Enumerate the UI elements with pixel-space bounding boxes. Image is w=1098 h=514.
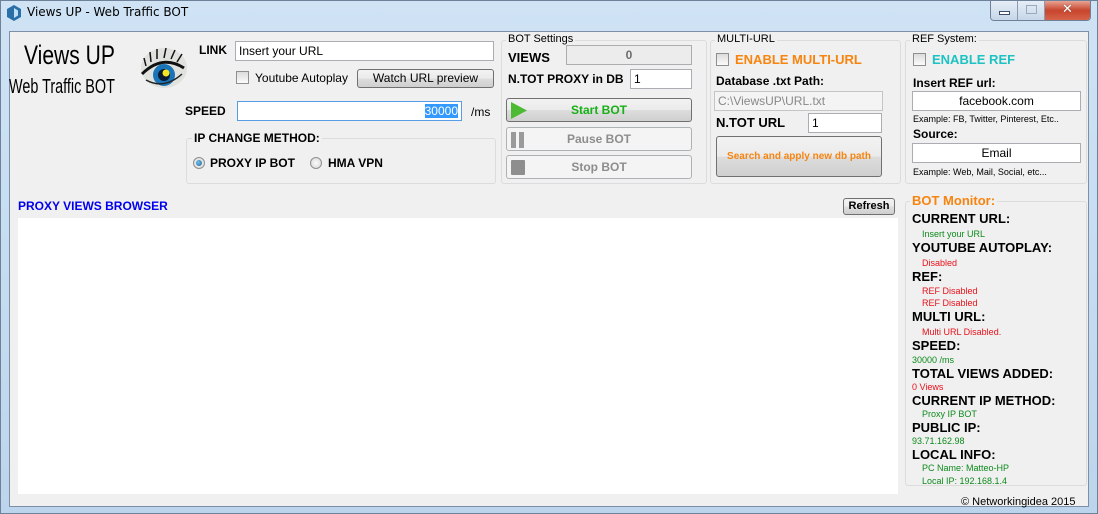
enable-ref-checkbox[interactable]	[913, 53, 926, 66]
monitor-multi-url-label: MULTI URL:	[912, 309, 986, 324]
monitor-current-url-label: CURRENT URL:	[912, 211, 1011, 226]
ip-change-legend: IP CHANGE METHOD:	[192, 131, 322, 145]
close-icon: ✕	[1062, 2, 1073, 17]
pause-bot-button[interactable]: Pause BOT	[506, 127, 692, 151]
monitor-speed-value: 30000 /ms	[912, 355, 955, 365]
monitor-public-ip-value: 93.71.162.98	[912, 436, 965, 446]
monitor-youtube-autoplay-label: YOUTUBE AUTOPLAY:	[912, 240, 1053, 255]
ref-system-legend: REF System:	[910, 33, 979, 45]
bot-monitor-legend: BOT Monitor:	[910, 193, 998, 208]
proxy-count-input[interactable]: 1	[630, 69, 692, 89]
bot-settings-legend: BOT Settings	[506, 33, 576, 45]
window-title: Views UP - Web Traffic BOT	[27, 5, 189, 19]
link-label: LINK	[199, 43, 227, 57]
logo-title: Views UP	[24, 40, 115, 70]
refresh-button[interactable]: Refresh	[843, 198, 895, 215]
monitor-ip-method-label: CURRENT IP METHOD:	[912, 393, 1056, 408]
search-db-path-button[interactable]: Search and apply new db path	[716, 136, 882, 177]
maximize-button[interactable]	[1018, 1, 1045, 20]
youtube-autoplay-checkbox[interactable]	[236, 71, 249, 84]
minimize-icon	[999, 11, 1010, 15]
monitor-current-url-value: Insert your URL	[922, 229, 986, 239]
enable-multi-url-checkbox[interactable]	[716, 53, 729, 66]
close-button[interactable]: ✕	[1045, 1, 1090, 20]
speed-unit: /ms	[471, 105, 491, 119]
views-label: VIEWS	[508, 50, 550, 65]
stop-bot-label: Stop BOT	[571, 160, 627, 174]
client-area: Views UP Web Traffic BOT LINK Insert you…	[9, 31, 1089, 508]
monitor-public-ip-label: PUBLIC IP:	[912, 420, 981, 435]
start-bot-button[interactable]: Start BOT	[506, 98, 692, 122]
multi-url-legend: MULTI-URL	[715, 33, 777, 45]
browser-title: PROXY VIEWS BROWSER	[18, 199, 168, 213]
monitor-local-ip-value: Local IP: 192.168.1.4	[922, 476, 1008, 486]
proxy-ip-bot-label: PROXY IP BOT	[210, 156, 295, 170]
db-path-input[interactable]: C:\ViewsUP\URL.txt	[714, 91, 883, 111]
enable-multi-url-label: ENABLE MULTI-URL	[735, 52, 862, 67]
ref-url-label: Insert REF url:	[913, 76, 996, 90]
link-input[interactable]: Insert your URL	[235, 41, 494, 61]
proxy-views-browser[interactable]	[18, 218, 898, 494]
source-example: Example: Web, Mail, Social, etc...	[913, 167, 1047, 177]
hma-vpn-label: HMA VPN	[328, 156, 383, 170]
caption-buttons: ✕	[990, 1, 1091, 21]
pause-bot-label: Pause BOT	[566, 132, 632, 146]
app-window: Views UP - Web Traffic BOT ✕ Views UP We…	[0, 0, 1098, 514]
speed-value: 30000	[424, 104, 458, 118]
source-label: Source:	[913, 127, 958, 141]
hma-vpn-radio[interactable]	[310, 157, 322, 169]
ntot-url-input[interactable]: 1	[808, 113, 882, 133]
monitor-multi-url-value: Multi URL Disabled.	[922, 327, 1002, 337]
ntot-url-label: N.TOT URL	[716, 115, 786, 130]
views-counter: 0	[566, 45, 692, 65]
logo-subtitle: Web Traffic BOT	[9, 76, 115, 98]
source-input[interactable]: Email	[912, 143, 1081, 163]
monitor-ip-method-value: Proxy IP BOT	[922, 409, 977, 419]
monitor-pc-name-value: PC Name: Matteo-HP	[922, 463, 1010, 473]
minimize-button[interactable]	[991, 1, 1018, 20]
start-bot-label: Start BOT	[570, 103, 627, 117]
stop-bot-button[interactable]: Stop BOT	[506, 155, 692, 179]
ref-url-input[interactable]: facebook.com	[912, 91, 1081, 111]
monitor-ref-value-1: REF Disabled	[922, 286, 978, 296]
maximize-icon	[1026, 5, 1037, 14]
speed-input[interactable]: 30000	[237, 101, 462, 121]
speed-label: SPEED	[185, 104, 226, 118]
enable-ref-label: ENABLE REF	[932, 52, 1016, 67]
youtube-autoplay-label: Youtube Autoplay	[255, 71, 348, 85]
eye-icon	[140, 47, 187, 88]
db-path-label: Database .txt Path:	[716, 74, 825, 88]
ref-url-example: Example: FB, Twitter, Pinterest, Etc..	[913, 114, 1059, 124]
monitor-speed-label: SPEED:	[912, 338, 961, 353]
watch-url-preview-button[interactable]: Watch URL preview	[357, 69, 494, 88]
monitor-ref-label: REF:	[912, 269, 943, 284]
monitor-total-views-label: TOTAL VIEWS ADDED:	[912, 366, 1054, 381]
copyright-text: © Networkingidea 2015	[961, 496, 1076, 508]
monitor-ref-value-2: REF Disabled	[922, 298, 978, 308]
monitor-total-views-value: 0 Views	[912, 382, 944, 392]
monitor-youtube-autoplay-value: Disabled	[922, 258, 958, 268]
monitor-local-info-label: LOCAL INFO:	[912, 447, 996, 462]
app-hexagon-icon	[7, 5, 21, 21]
proxy-count-label: N.TOT PROXY in DB	[508, 72, 624, 86]
proxy-ip-bot-radio[interactable]	[193, 157, 205, 169]
title-bar[interactable]: Views UP - Web Traffic BOT ✕	[1, 1, 1097, 25]
